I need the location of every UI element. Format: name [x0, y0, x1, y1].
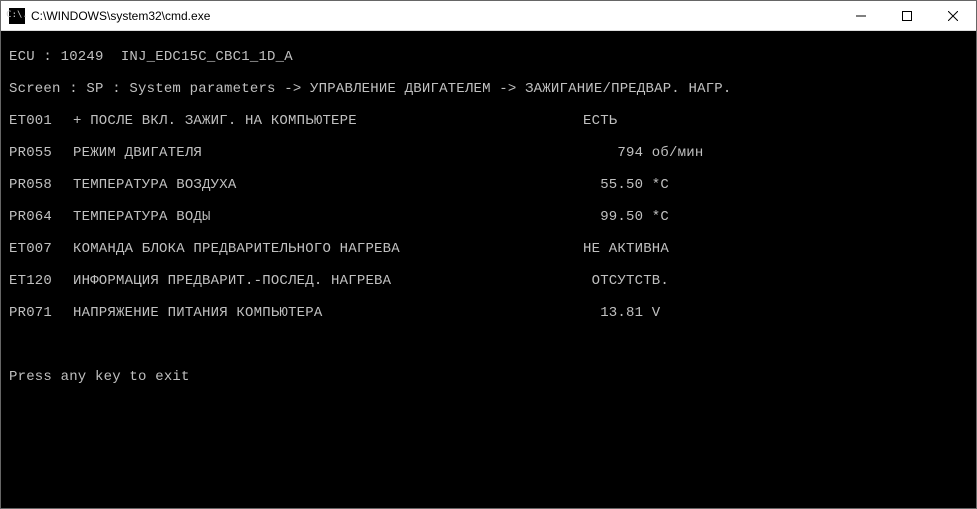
- exit-prompt: Press any key to exit: [9, 369, 968, 385]
- param-code: ET007: [9, 241, 73, 257]
- close-button[interactable]: [930, 1, 976, 30]
- param-row: PR055РЕЖИМ ДВИГАТЕЛЯ 794 об/мин: [9, 145, 968, 161]
- param-value: НЕ АКТИВНА: [583, 241, 669, 257]
- param-desc: НАПРЯЖЕНИЕ ПИТАНИЯ КОМПЬЮТЕРА: [73, 305, 583, 321]
- param-code: PR064: [9, 209, 73, 225]
- window-title: C:\WINDOWS\system32\cmd.exe: [31, 9, 210, 23]
- cmd-icon: C:\.: [9, 8, 25, 24]
- param-desc: ТЕМПЕРАТУРА ВОЗДУХА: [73, 177, 583, 193]
- param-code: PR055: [9, 145, 73, 161]
- param-row: PR071НАПРЯЖЕНИЕ ПИТАНИЯ КОМПЬЮТЕРА 13.81…: [9, 305, 968, 321]
- param-desc: РЕЖИМ ДВИГАТЕЛЯ: [73, 145, 583, 161]
- param-row: PR064ТЕМПЕРАТУРА ВОДЫ 99.50 *C: [9, 209, 968, 225]
- titlebar-buttons: [838, 1, 976, 30]
- param-desc: КОМАНДА БЛОКА ПРЕДВАРИТЕЛЬНОГО НАГРЕВА: [73, 241, 583, 257]
- console-output: ECU : 10249 INJ_EDC15C_CBC1_1D_A Screen …: [1, 31, 976, 508]
- minimize-button[interactable]: [838, 1, 884, 30]
- cmd-window: C:\. C:\WINDOWS\system32\cmd.exe ECU : 1…: [0, 0, 977, 509]
- ecu-line: ECU : 10249 INJ_EDC15C_CBC1_1D_A: [9, 49, 968, 65]
- param-value: 13.81 V: [583, 305, 660, 321]
- titlebar[interactable]: C:\. C:\WINDOWS\system32\cmd.exe: [1, 1, 976, 31]
- blank-line: [9, 337, 968, 353]
- param-code: ET001: [9, 113, 73, 129]
- maximize-icon: [902, 11, 912, 21]
- param-value: 794 об/мин: [583, 145, 703, 161]
- param-desc: + ПОСЛЕ ВКЛ. ЗАЖИГ. НА КОМПЬЮТЕРЕ: [73, 113, 583, 129]
- param-value: 55.50 *C: [583, 177, 669, 193]
- param-code: PR058: [9, 177, 73, 193]
- param-code: ET120: [9, 273, 73, 289]
- param-desc: ТЕМПЕРАТУРА ВОДЫ: [73, 209, 583, 225]
- close-icon: [948, 11, 958, 21]
- param-value: ЕСТЬ: [583, 113, 617, 129]
- param-row: ET007КОМАНДА БЛОКА ПРЕДВАРИТЕЛЬНОГО НАГР…: [9, 241, 968, 257]
- maximize-button[interactable]: [884, 1, 930, 30]
- minimize-icon: [856, 11, 866, 21]
- param-row: ET120ИНФОРМАЦИЯ ПРЕДВАРИТ.-ПОСЛЕД. НАГРЕ…: [9, 273, 968, 289]
- param-row: PR058ТЕМПЕРАТУРА ВОЗДУХА 55.50 *C: [9, 177, 968, 193]
- screen-line: Screen : SP : System parameters -> УПРАВ…: [9, 81, 968, 97]
- param-code: PR071: [9, 305, 73, 321]
- param-desc: ИНФОРМАЦИЯ ПРЕДВАРИТ.-ПОСЛЕД. НАГРЕВА: [73, 273, 583, 289]
- param-row: ET001+ ПОСЛЕ ВКЛ. ЗАЖИГ. НА КОМПЬЮТЕРЕЕС…: [9, 113, 968, 129]
- param-value: 99.50 *C: [583, 209, 669, 225]
- param-value: ОТСУТСТВ.: [583, 273, 669, 289]
